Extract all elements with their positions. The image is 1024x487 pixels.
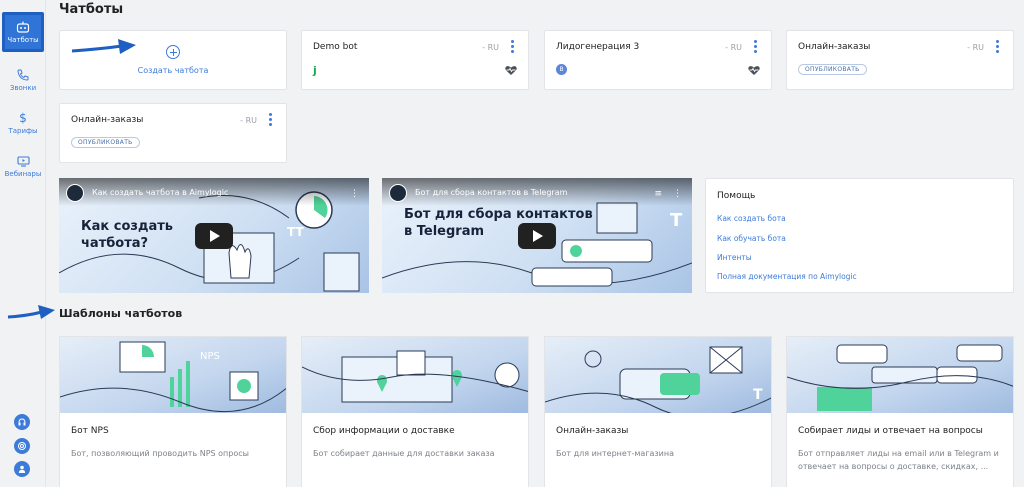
- more-menu-icon[interactable]: [753, 40, 757, 53]
- template-illustration: [302, 337, 528, 413]
- more-menu-icon[interactable]: [268, 113, 272, 126]
- nav-item-calls[interactable]: Звонки: [2, 60, 44, 100]
- video-title: Бот для сбора контактов в Telegram: [415, 188, 568, 197]
- nav-label: Тарифы: [8, 126, 38, 135]
- nav-label: Чатботы: [7, 35, 39, 44]
- more-menu-icon[interactable]: ⋮: [673, 189, 682, 199]
- video-thumbnail[interactable]: TT Как создать чатбота в Aimylogic ⋮ Как…: [59, 178, 369, 293]
- dollar-icon: $: [19, 110, 27, 125]
- bot-name: Лидогенерация 3: [556, 42, 640, 52]
- template-description: Бот для интернет-магазина: [556, 449, 675, 458]
- video-headline: Бот для сбора контактов: [404, 207, 593, 222]
- video-headline: чатбота?: [81, 236, 149, 251]
- bot-name: Онлайн-заказы: [71, 115, 144, 125]
- phone-icon: [17, 69, 29, 81]
- help-link[interactable]: Как обучать бота: [717, 234, 786, 243]
- headset-icon[interactable]: [14, 414, 30, 430]
- nav-item-webinars[interactable]: Вебинары: [2, 147, 44, 187]
- arrow-pointer-icon: [71, 39, 136, 54]
- play-button-icon[interactable]: [195, 223, 233, 249]
- bot-card[interactable]: Онлайн-заказы - RU ОПУБЛИКОВАТЬ: [59, 103, 287, 163]
- channel-logo: [66, 184, 84, 202]
- help-link[interactable]: Полная документация по Aimylogic: [717, 272, 857, 281]
- bot-card[interactable]: Лидогенерация 3 - RU В: [544, 30, 772, 90]
- bot-language: - RU: [967, 43, 984, 52]
- template-name: Сбор информации о доставке: [313, 426, 455, 436]
- video-title: Как создать чатбота в Aimylogic: [92, 188, 229, 197]
- template-description: Бот отправляет лиды на email или в Teleg…: [798, 449, 999, 471]
- bot-name: Demo bot: [313, 42, 358, 52]
- video-thumbnail[interactable]: T Бот для сбора контактов в Telegram ≡ ⋮…: [382, 178, 692, 293]
- publish-button[interactable]: ОПУБЛИКОВАТЬ: [71, 137, 140, 148]
- user-icon[interactable]: [14, 461, 30, 477]
- svg-text:T: T: [753, 387, 763, 403]
- support-icon[interactable]: [14, 438, 30, 454]
- template-name: Онлайн-заказы: [556, 426, 629, 436]
- template-card[interactable]: Собирает лиды и отвечает на вопросы Бот …: [786, 336, 1014, 487]
- nav-label: Звонки: [9, 83, 37, 92]
- more-menu-icon[interactable]: [510, 40, 514, 53]
- nav-item-chatbots[interactable]: Чатботы: [2, 12, 44, 52]
- publish-button[interactable]: ОПУБЛИКОВАТЬ: [798, 64, 867, 75]
- bot-language: - RU: [240, 116, 257, 125]
- help-link[interactable]: Как создать бота: [717, 214, 786, 223]
- nps-art-text: NPS: [200, 351, 220, 362]
- bot-language: - RU: [725, 43, 742, 52]
- help-title: Помощь: [717, 191, 756, 201]
- templates-section-title: Шаблоны чатботов: [59, 307, 183, 320]
- playlist-icon[interactable]: ≡: [654, 189, 662, 199]
- video-headline: в Telegram: [404, 224, 485, 239]
- more-menu-icon[interactable]: ⋮: [350, 189, 359, 199]
- arrow-pointer-icon: [7, 305, 55, 319]
- vk-icon: В: [556, 64, 567, 75]
- template-illustration: [787, 337, 1013, 413]
- plus-icon: [166, 45, 180, 59]
- sidebar: Чатботы Звонки $ Тарифы Вебинары: [0, 0, 46, 487]
- heart-pulse-icon: [505, 66, 517, 75]
- template-illustration: T: [545, 337, 771, 413]
- svg-text:T: T: [670, 210, 683, 231]
- template-illustration: NPS: [60, 337, 286, 413]
- svg-text:TT: TT: [287, 225, 304, 239]
- template-description: Бот, позволяющий проводить NPS опросы: [71, 449, 249, 458]
- bot-name: Онлайн-заказы: [798, 42, 871, 52]
- jivo-icon: j: [313, 64, 317, 77]
- help-link[interactable]: Интенты: [717, 253, 752, 262]
- template-card[interactable]: Сбор информации о доставке Бот собирает …: [301, 336, 529, 487]
- monitor-icon: [16, 156, 30, 167]
- nav-item-tariffs[interactable]: $ Тарифы: [2, 103, 44, 143]
- template-name: Бот NPS: [71, 426, 109, 436]
- robot-icon: [16, 21, 30, 33]
- bot-card[interactable]: Demo bot - RU j: [301, 30, 529, 90]
- bot-card[interactable]: Онлайн-заказы - RU ОПУБЛИКОВАТЬ: [786, 30, 1014, 90]
- nav-label: Вебинары: [4, 170, 42, 178]
- template-card[interactable]: NPS Бот NPS Бот, позволяющий проводить N…: [59, 336, 287, 487]
- help-card: Помощь Как создать бота Как обучать бота…: [705, 178, 1014, 293]
- more-menu-icon[interactable]: [995, 40, 999, 53]
- template-description: Бот собирает данные для доставки заказа: [313, 449, 495, 458]
- play-button-icon[interactable]: [518, 223, 556, 249]
- video-headline: Как создать: [81, 219, 173, 234]
- heart-pulse-icon: [748, 66, 760, 75]
- page-title: Чатботы: [59, 2, 124, 17]
- template-name: Собирает лиды и отвечает на вопросы: [798, 426, 983, 436]
- create-chatbot-label: Создать чатбота: [137, 66, 209, 75]
- template-card[interactable]: T Онлайн-заказы Бот для интернет-магазин…: [544, 336, 772, 487]
- bot-language: - RU: [482, 43, 499, 52]
- channel-logo: [389, 184, 407, 202]
